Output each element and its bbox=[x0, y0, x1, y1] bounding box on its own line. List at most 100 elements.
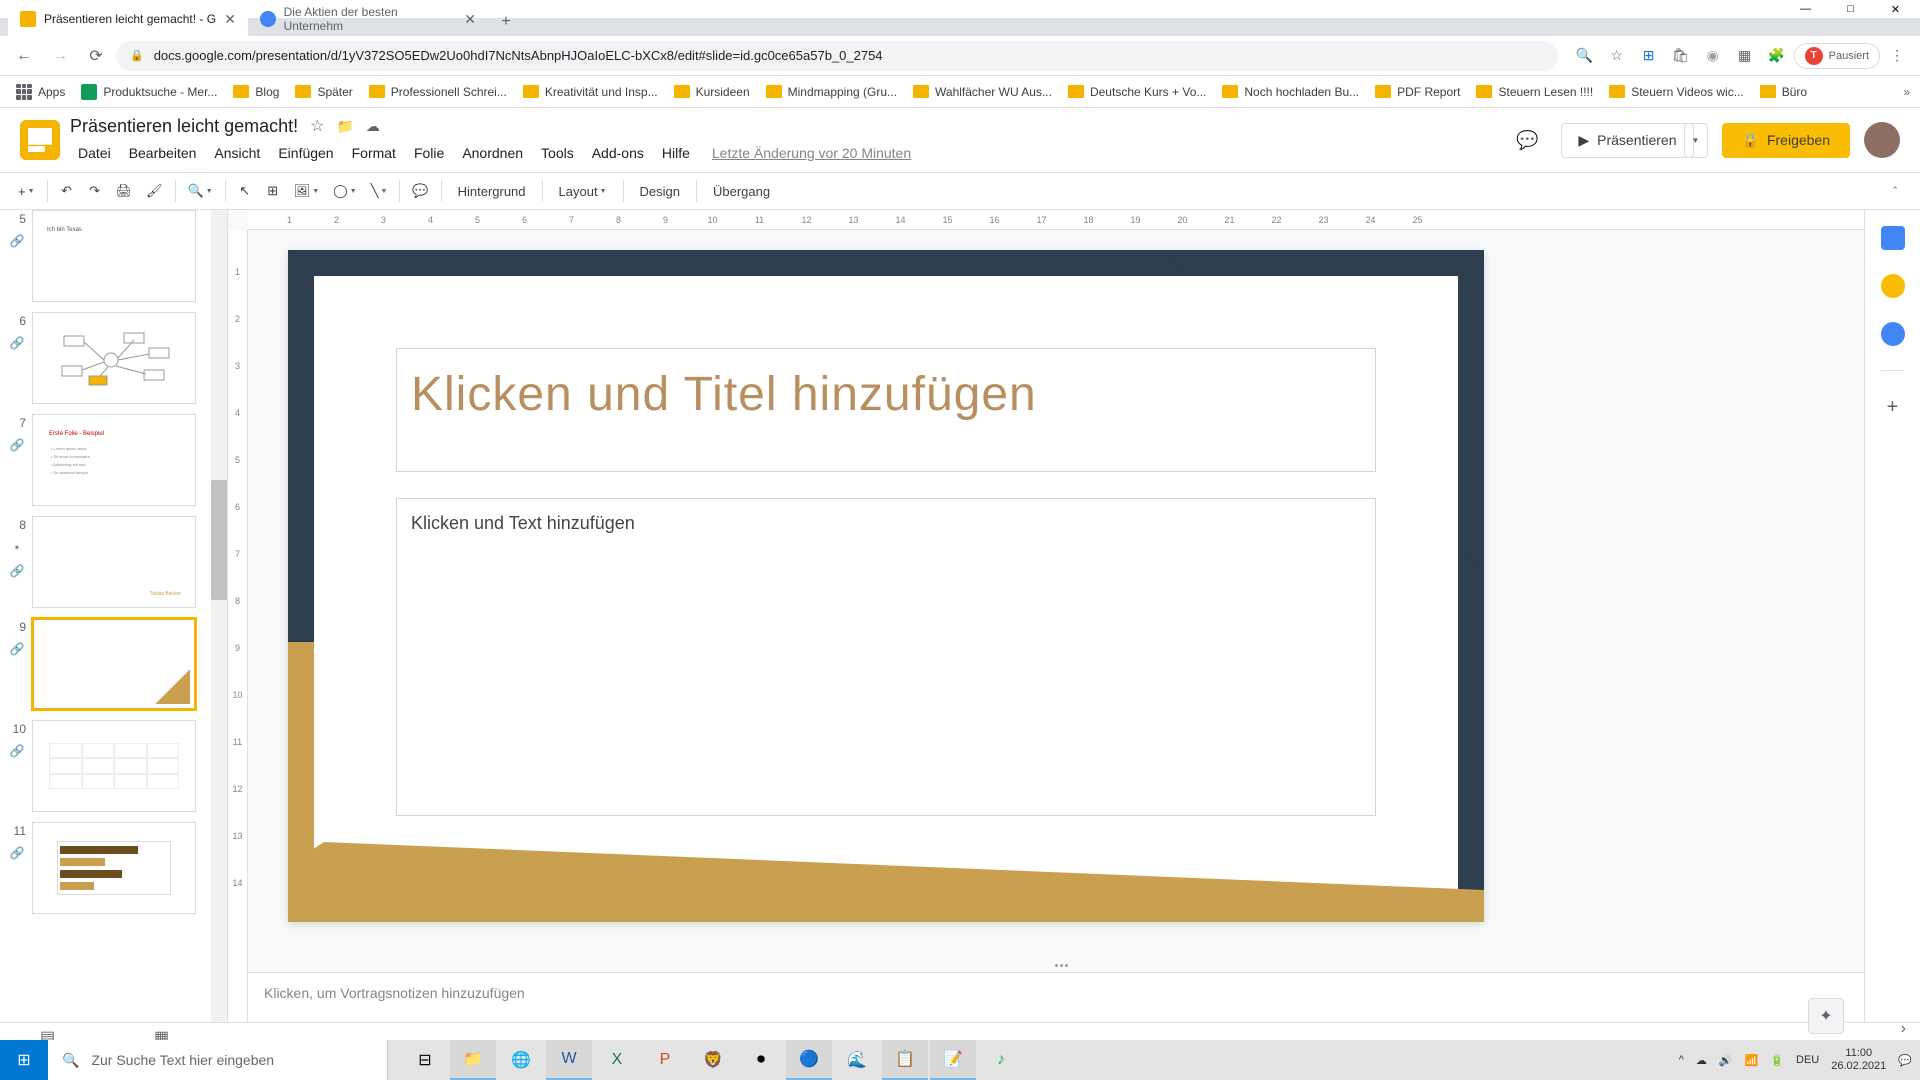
extension-icon[interactable]: 🛍 bbox=[1666, 41, 1696, 71]
menu-icon[interactable]: ⋮ bbox=[1882, 41, 1912, 71]
obs-icon[interactable]: ⏺ bbox=[738, 1040, 784, 1080]
star-icon[interactable]: ☆ bbox=[310, 116, 324, 136]
slide-thumbnail-7[interactable]: Erste Folie - Beispiel• Lorem ipsum dolo… bbox=[32, 414, 196, 506]
menu-format[interactable]: Format bbox=[344, 141, 404, 165]
menu-help[interactable]: Hilfe bbox=[654, 141, 698, 165]
bookmark-folder[interactable]: Deutsche Kurs + Vo... bbox=[1062, 81, 1212, 103]
present-dropdown[interactable]: ▼ bbox=[1684, 123, 1708, 158]
onedrive-icon[interactable]: ☁ bbox=[1696, 1054, 1707, 1067]
add-panel-icon[interactable]: + bbox=[1881, 395, 1905, 419]
body-placeholder[interactable]: Klicken und Text hinzufügen bbox=[396, 498, 1376, 816]
close-icon[interactable]: ✕ bbox=[464, 11, 476, 28]
bookmark-folder[interactable]: Professionell Schrei... bbox=[363, 81, 513, 103]
scrollbar-track[interactable] bbox=[211, 210, 227, 1022]
side-panel-toggle[interactable]: › bbox=[1901, 1020, 1906, 1038]
zoom-icon[interactable]: 🔍 bbox=[1570, 41, 1600, 71]
undo-button[interactable]: ↶ bbox=[54, 178, 80, 204]
bookmark-folder[interactable]: PDF Report bbox=[1369, 81, 1466, 103]
comments-icon[interactable]: 💬 bbox=[1507, 120, 1547, 160]
comment-tool[interactable]: 💬 bbox=[406, 178, 434, 204]
shape-tool[interactable]: ◯▼ bbox=[327, 178, 363, 204]
bookmarks-overflow[interactable]: » bbox=[1903, 85, 1910, 99]
print-button[interactable]: 🖨 bbox=[110, 178, 139, 204]
slide-thumbnail-11[interactable] bbox=[32, 822, 196, 914]
notifications-icon[interactable]: 💬 bbox=[1898, 1054, 1912, 1067]
textbox-tool[interactable]: ⊞ bbox=[260, 178, 286, 204]
notes-resize-handle[interactable] bbox=[1046, 964, 1076, 970]
bookmark-folder[interactable]: Büro bbox=[1754, 81, 1813, 103]
bookmark-star-icon[interactable]: ☆ bbox=[1602, 41, 1632, 71]
apps-button[interactable]: Apps bbox=[10, 80, 71, 104]
slide-thumbnail-8[interactable]: Tobias Becker bbox=[32, 516, 196, 608]
redo-button[interactable]: ↷ bbox=[82, 178, 108, 204]
collapse-toolbar-icon[interactable]: ˆ bbox=[1882, 178, 1908, 204]
canvas-area[interactable]: 1234567891011121314151617181920212223242… bbox=[228, 210, 1864, 1022]
reload-button[interactable]: ⟳ bbox=[80, 40, 112, 72]
menu-arrange[interactable]: Anordnen bbox=[454, 141, 531, 165]
brave-icon[interactable]: 🦁 bbox=[690, 1040, 736, 1080]
edge-icon[interactable]: 🌊 bbox=[834, 1040, 880, 1080]
scrollbar-thumb[interactable] bbox=[211, 480, 227, 600]
keep-icon[interactable] bbox=[1881, 274, 1905, 298]
menu-slide[interactable]: Folie bbox=[406, 141, 452, 165]
word-icon[interactable]: W bbox=[546, 1040, 592, 1080]
menu-insert[interactable]: Einfügen bbox=[270, 141, 341, 165]
cloud-status-icon[interactable]: ☁ bbox=[366, 118, 380, 135]
document-name[interactable]: Präsentieren leicht gemacht! bbox=[70, 116, 298, 137]
spotify-icon[interactable]: ♪ bbox=[978, 1040, 1024, 1080]
new-tab-button[interactable]: + bbox=[492, 8, 520, 36]
slide-canvas[interactable]: Klicken und Titel hinzufügen Klicken und… bbox=[288, 250, 1484, 922]
background-button[interactable]: Hintergrund bbox=[448, 178, 536, 204]
windows-search[interactable]: 🔍 Zur Suche Text hier eingeben bbox=[48, 1040, 388, 1080]
tray-clock[interactable]: 11:00 26.02.2021 bbox=[1831, 1047, 1886, 1073]
slide-thumbnail-6[interactable] bbox=[32, 312, 196, 404]
user-avatar[interactable] bbox=[1864, 122, 1900, 158]
language-indicator[interactable]: DEU bbox=[1796, 1054, 1819, 1066]
bookmark-folder[interactable]: Später bbox=[289, 81, 358, 103]
image-tool[interactable]: 🖼▼ bbox=[288, 178, 325, 204]
paint-format-button[interactable]: 🖌 bbox=[140, 178, 169, 204]
bookmark-folder[interactable]: Kursideen bbox=[668, 81, 756, 103]
start-button[interactable]: ⊞ bbox=[0, 1040, 48, 1080]
slide-thumbnail-10[interactable] bbox=[32, 720, 196, 812]
excel-icon[interactable]: X bbox=[594, 1040, 640, 1080]
browser-tab[interactable]: Die Aktien der besten Unternehm ✕ bbox=[248, 2, 488, 36]
calendar-icon[interactable] bbox=[1881, 226, 1905, 250]
edge-icon[interactable]: 🌐 bbox=[498, 1040, 544, 1080]
battery-icon[interactable]: 🔋 bbox=[1770, 1054, 1784, 1067]
move-icon[interactable]: 📁 bbox=[336, 118, 353, 135]
profile-paused[interactable]: T Pausiert bbox=[1794, 43, 1880, 69]
slide-thumbnail-5[interactable]: Ich bin Texas bbox=[32, 210, 196, 302]
forward-button[interactable]: → bbox=[44, 40, 76, 72]
url-input[interactable]: 🔒 docs.google.com/presentation/d/1yV372S… bbox=[116, 41, 1558, 71]
layout-button[interactable]: Layout▼ bbox=[549, 178, 617, 204]
close-icon[interactable]: ✕ bbox=[224, 11, 236, 28]
task-view-icon[interactable]: ⊟ bbox=[402, 1040, 448, 1080]
window-minimize[interactable]: — bbox=[1783, 1, 1828, 17]
powerpoint-icon[interactable]: P bbox=[642, 1040, 688, 1080]
bookmark-folder[interactable]: Wahlfächer WU Aus... bbox=[907, 81, 1058, 103]
explore-button[interactable]: ✦ bbox=[1808, 998, 1844, 1034]
notepad-icon[interactable]: 📝 bbox=[930, 1040, 976, 1080]
present-button[interactable]: ▶ Präsentieren bbox=[1561, 123, 1693, 158]
menu-addons[interactable]: Add-ons bbox=[584, 141, 652, 165]
bookmark-item[interactable]: Produktsuche - Mer... bbox=[75, 80, 223, 104]
bookmark-folder[interactable]: Kreativität und Insp... bbox=[517, 81, 664, 103]
window-maximize[interactable]: □ bbox=[1828, 1, 1873, 17]
speaker-notes[interactable]: Klicken, um Vortragsnotizen hinzuzufügen bbox=[248, 972, 1864, 1022]
slide-panel[interactable]: 5🔗 Ich bin Texas 6🔗 7🔗 Erste Folie - Bei… bbox=[0, 210, 228, 1022]
app-icon[interactable]: 📋 bbox=[882, 1040, 928, 1080]
tasks-icon[interactable] bbox=[1881, 322, 1905, 346]
window-close[interactable]: ✕ bbox=[1873, 1, 1918, 17]
extension-icon[interactable]: ▦ bbox=[1730, 41, 1760, 71]
volume-icon[interactable]: 🔊 bbox=[1719, 1054, 1733, 1067]
bookmark-folder[interactable]: Steuern Videos wic... bbox=[1603, 81, 1750, 103]
menu-view[interactable]: Ansicht bbox=[206, 141, 268, 165]
new-slide-button[interactable]: +▼ bbox=[12, 178, 41, 204]
slides-logo-icon[interactable] bbox=[20, 120, 60, 160]
bookmark-folder[interactable]: Blog bbox=[227, 81, 285, 103]
transition-button[interactable]: Übergang bbox=[703, 178, 780, 204]
select-tool[interactable]: ↖ bbox=[232, 178, 258, 204]
chrome-icon[interactable]: 🔵 bbox=[786, 1040, 832, 1080]
tray-expand-icon[interactable]: ^ bbox=[1679, 1054, 1684, 1066]
